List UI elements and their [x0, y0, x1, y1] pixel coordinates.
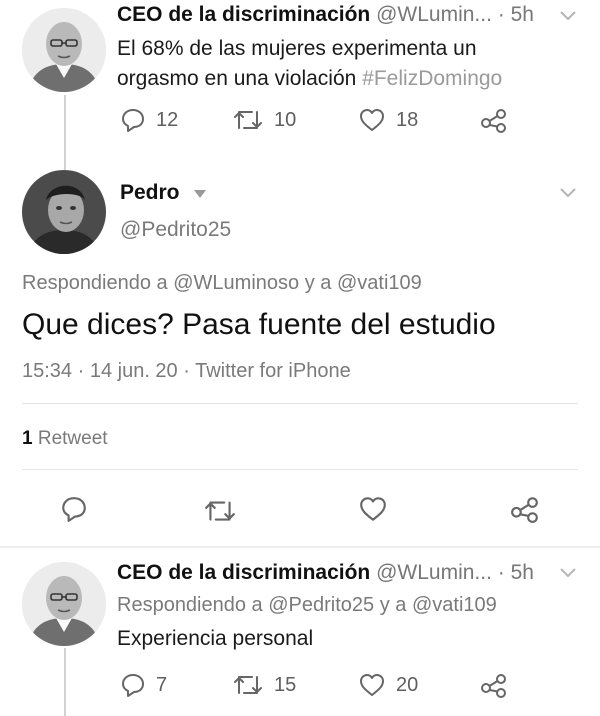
- handle[interactable]: @WLumin...: [376, 3, 492, 26]
- like-button[interactable]: 20: [358, 672, 418, 698]
- tweet-meta[interactable]: 15:34 · 14 jun. 20 · Twitter for iPhone: [22, 360, 351, 383]
- avatar-pedro-image: [22, 170, 106, 254]
- avatar-ceo-image: [22, 562, 106, 646]
- replying-link-2[interactable]: @vati109: [412, 594, 497, 616]
- retweet-button[interactable]: 10: [232, 107, 296, 133]
- retweet-count: 15: [274, 673, 297, 696]
- share-icon: [511, 497, 538, 523]
- chevron-down-icon[interactable]: [559, 566, 577, 584]
- like-button[interactable]: 18: [358, 107, 418, 133]
- chevron-down-icon[interactable]: [559, 9, 577, 27]
- share-button[interactable]: [510, 495, 540, 528]
- replying-prefix: Respondiendo a: [117, 594, 263, 616]
- replying-to-line: Respondiendo a @WLuminoso y a @vati109: [22, 272, 422, 295]
- display-name[interactable]: CEO de la discriminación: [117, 3, 370, 26]
- heart-icon: [360, 674, 384, 696]
- thread-line-top: [64, 95, 66, 170]
- retweet-stat-label: Retweet: [37, 428, 108, 449]
- handle[interactable]: @Pedrito25: [120, 218, 231, 242]
- main-tweet-text: Que dices? Pasa fuente del estudio: [22, 308, 496, 341]
- retweet-button[interactable]: 15: [232, 672, 296, 698]
- heart-icon: [360, 497, 386, 521]
- handle[interactable]: @WLumin...: [376, 561, 492, 584]
- avatar-ceo[interactable]: [22, 562, 106, 646]
- replying-link-1[interactable]: @Pedrito25: [268, 594, 374, 616]
- display-name[interactable]: Pedro: [120, 181, 180, 204]
- dropdown-caret-icon[interactable]: [193, 187, 207, 205]
- replying-join: y a: [379, 594, 407, 616]
- chevron-down-icon[interactable]: [559, 186, 577, 204]
- tweet-header: CEO de la discriminación @WLumin... · 5h: [117, 561, 534, 585]
- display-name[interactable]: CEO de la discriminación: [117, 561, 370, 584]
- section-separator: [0, 546, 600, 548]
- share-button[interactable]: [480, 672, 508, 698]
- share-button[interactable]: [480, 107, 508, 133]
- divider: [22, 469, 578, 470]
- tweet-text: El 68% de las mujeres experimenta un org…: [117, 34, 557, 94]
- tweet-text: Experiencia personal: [117, 627, 314, 650]
- replying-link-1[interactable]: @WLuminoso: [173, 272, 299, 294]
- reply-count: 7: [156, 673, 168, 696]
- reply-icon: [122, 674, 144, 697]
- replying-prefix: Respondiendo a: [22, 272, 168, 294]
- share-icon: [481, 109, 506, 133]
- divider: [22, 403, 578, 404]
- retweet-stats[interactable]: 1 Retweet: [22, 428, 108, 450]
- timestamp[interactable]: · 5h: [498, 3, 534, 26]
- avatar-ceo-image: [22, 8, 106, 92]
- thread-line-bottom: [64, 648, 66, 716]
- reply-button[interactable]: 12: [120, 107, 178, 133]
- like-count: 20: [396, 673, 419, 696]
- retweet-icon: [234, 111, 262, 129]
- like-button[interactable]: [358, 495, 388, 528]
- reply-count: 12: [156, 108, 179, 131]
- replying-join: y a: [304, 272, 332, 294]
- pedro-header: Pedro: [120, 181, 180, 205]
- reply-button[interactable]: [60, 495, 88, 528]
- retweet-button[interactable]: [203, 497, 237, 530]
- reply-button[interactable]: 7: [120, 672, 167, 698]
- share-icon: [481, 674, 506, 698]
- heart-icon: [360, 109, 384, 131]
- retweet-icon: [234, 676, 262, 694]
- replying-to-line: Respondiendo a @Pedrito25 y a @vati109: [117, 594, 497, 617]
- retweet-count: 10: [274, 108, 297, 131]
- tweet-header: CEO de la discriminación @WLumin... · 5h: [117, 3, 534, 27]
- reply-icon: [122, 109, 144, 132]
- timestamp[interactable]: · 5h: [498, 561, 534, 584]
- reply-icon: [62, 497, 86, 522]
- avatar-ceo[interactable]: [22, 8, 106, 92]
- retweet-stat-count: 1: [22, 428, 33, 449]
- like-count: 18: [396, 108, 419, 131]
- hashtag-link[interactable]: #FelizDomingo: [362, 67, 502, 90]
- avatar-pedro[interactable]: [22, 170, 106, 254]
- retweet-icon: [205, 501, 235, 521]
- replying-link-2[interactable]: @vati109: [337, 272, 422, 294]
